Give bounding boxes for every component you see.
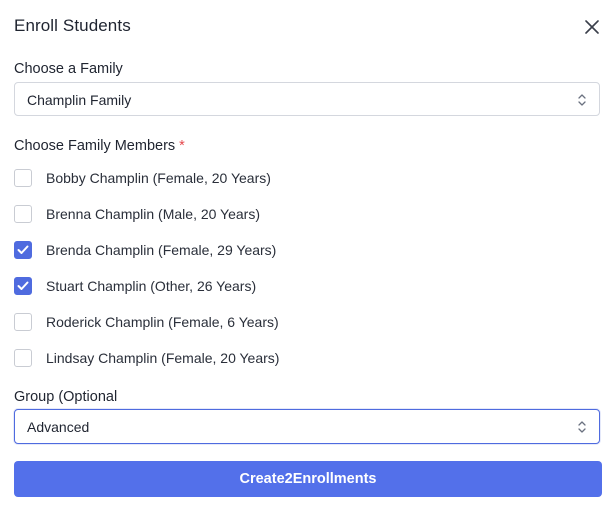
member-label: Lindsay Champlin (Female, 20 Years)	[46, 350, 280, 366]
member-label: Stuart Champlin (Other, 26 Years)	[46, 278, 257, 294]
member-checkbox-row[interactable]: Bobby Champlin (Female, 20 Years)	[14, 167, 271, 189]
enroll-students-modal: Enroll Students Choose a Family Champlin…	[0, 0, 615, 509]
member-label: Brenna Champlin (Male, 20 Years)	[46, 206, 261, 222]
family-members-label-text: Choose Family Members	[14, 138, 176, 154]
chevron-up-down-icon	[578, 94, 586, 106]
member-checkbox-row[interactable]: Brenda Champlin (Female, 29 Years)	[14, 239, 276, 261]
member-label: Roderick Champlin (Female, 6 Years)	[46, 314, 279, 330]
group-label: Group (Optional	[14, 389, 118, 405]
modal-title: Enroll Students	[14, 16, 131, 35]
close-button[interactable]	[582, 17, 602, 37]
member-checkbox-row[interactable]: Roderick Champlin (Female, 6 Years)	[14, 311, 279, 333]
family-label: Choose a Family	[14, 61, 123, 77]
member-checkbox-row[interactable]: Brenna Champlin (Male, 20 Years)	[14, 203, 260, 225]
required-mark: *	[179, 138, 185, 154]
family-select-value: Champlin Family	[27, 92, 132, 108]
family-select[interactable]: Champlin Family	[14, 82, 600, 116]
create-enrollments-button[interactable]: Create2Enrollments	[14, 461, 602, 497]
check-icon	[17, 245, 29, 254]
member-checkbox-row[interactable]: Stuart Champlin (Other, 26 Years)	[14, 275, 256, 297]
member-label: Bobby Champlin (Female, 20 Years)	[46, 170, 271, 186]
check-icon	[17, 281, 29, 290]
group-select[interactable]: Advanced	[14, 409, 600, 444]
member-checkbox[interactable]	[14, 277, 32, 295]
family-members-label: Choose Family Members *	[14, 138, 185, 154]
member-checkbox[interactable]	[14, 205, 32, 223]
close-icon	[585, 20, 599, 34]
member-checkbox[interactable]	[14, 169, 32, 187]
member-checkbox[interactable]	[14, 241, 32, 259]
chevron-up-down-icon	[578, 421, 586, 433]
member-checkbox[interactable]	[14, 313, 32, 331]
member-label: Brenda Champlin (Female, 29 Years)	[46, 242, 277, 258]
group-select-value: Advanced	[27, 419, 90, 435]
member-checkbox[interactable]	[14, 349, 32, 367]
member-checkbox-row[interactable]: Lindsay Champlin (Female, 20 Years)	[14, 347, 279, 369]
